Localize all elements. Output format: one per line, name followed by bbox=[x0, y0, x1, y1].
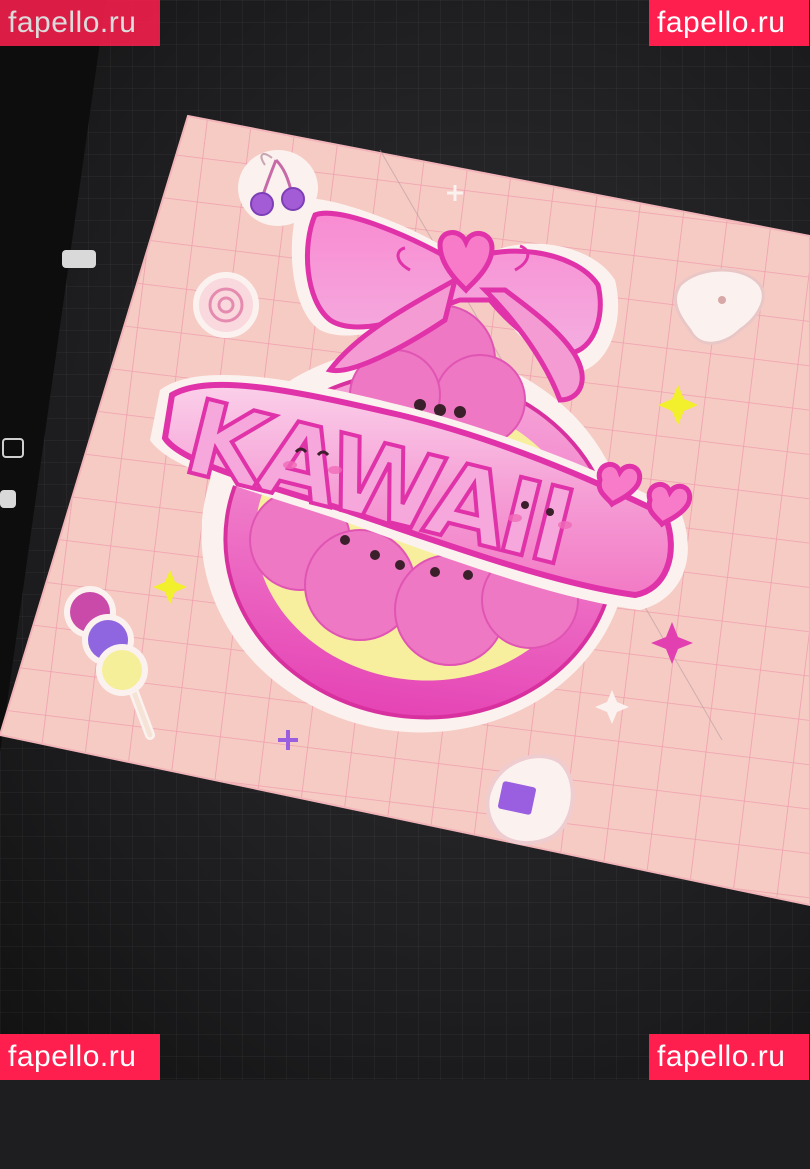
watermark-top-left: fapello.ru bbox=[0, 0, 160, 46]
swirl-cookie-icon bbox=[193, 272, 259, 338]
watermark-bottom-left: fapello.ru bbox=[0, 1034, 160, 1080]
watermark-top-right: fapello.ru bbox=[649, 0, 809, 46]
watermark-bottom-right: fapello.ru bbox=[649, 1034, 809, 1080]
cherry-icon bbox=[238, 150, 318, 226]
artwork-canvas[interactable]: KAWAII bbox=[0, 0, 810, 1080]
